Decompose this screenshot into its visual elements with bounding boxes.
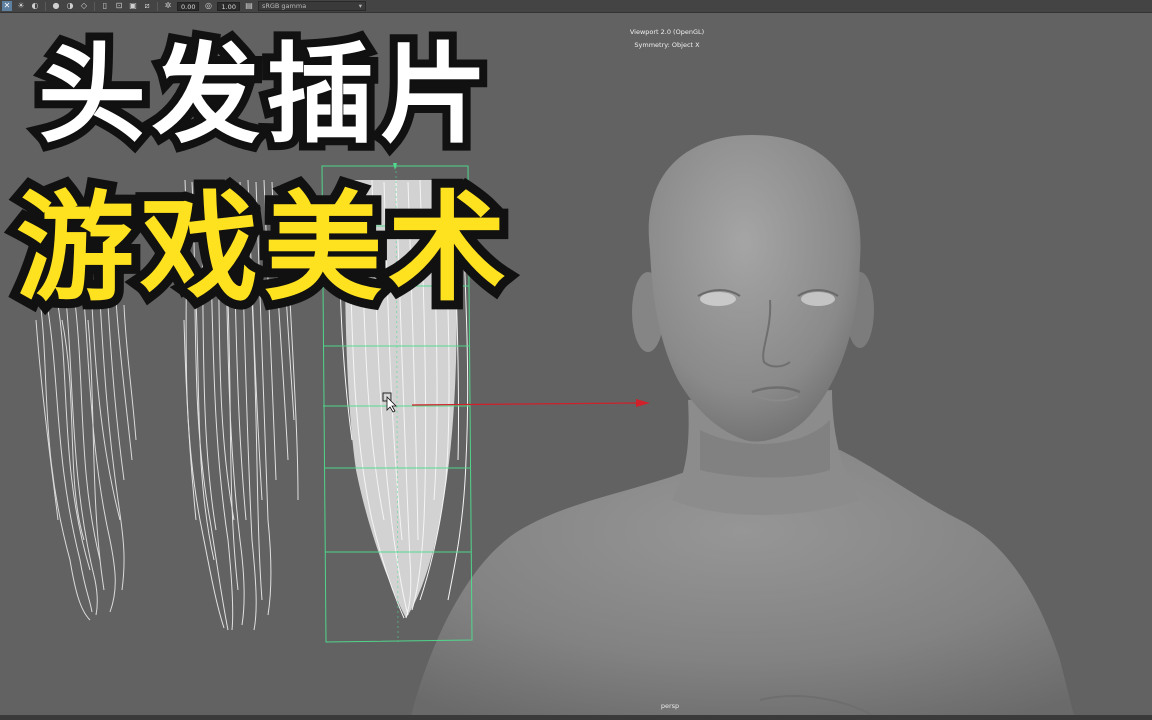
overlay-title-line2: 游戏美术	[7, 175, 515, 321]
maya-viewport-window: ✕ ☀ ◐ ● ◑ ◇ ▯ ⊡ ▣ ⧄ ✲ 0.00 ◎ 1.00 ▤ sRGB…	[0, 0, 1152, 720]
symmetry-label: Symmetry: Object X	[634, 41, 700, 49]
hair-card-left[interactable]	[35, 299, 137, 621]
overlay-title-line1: 头发插片	[30, 28, 496, 164]
viewport-bottom-border	[0, 715, 1152, 720]
camera-name-label: persp	[660, 702, 680, 710]
renderer-label: Viewport 2.0 (OpenGL)	[629, 28, 705, 36]
